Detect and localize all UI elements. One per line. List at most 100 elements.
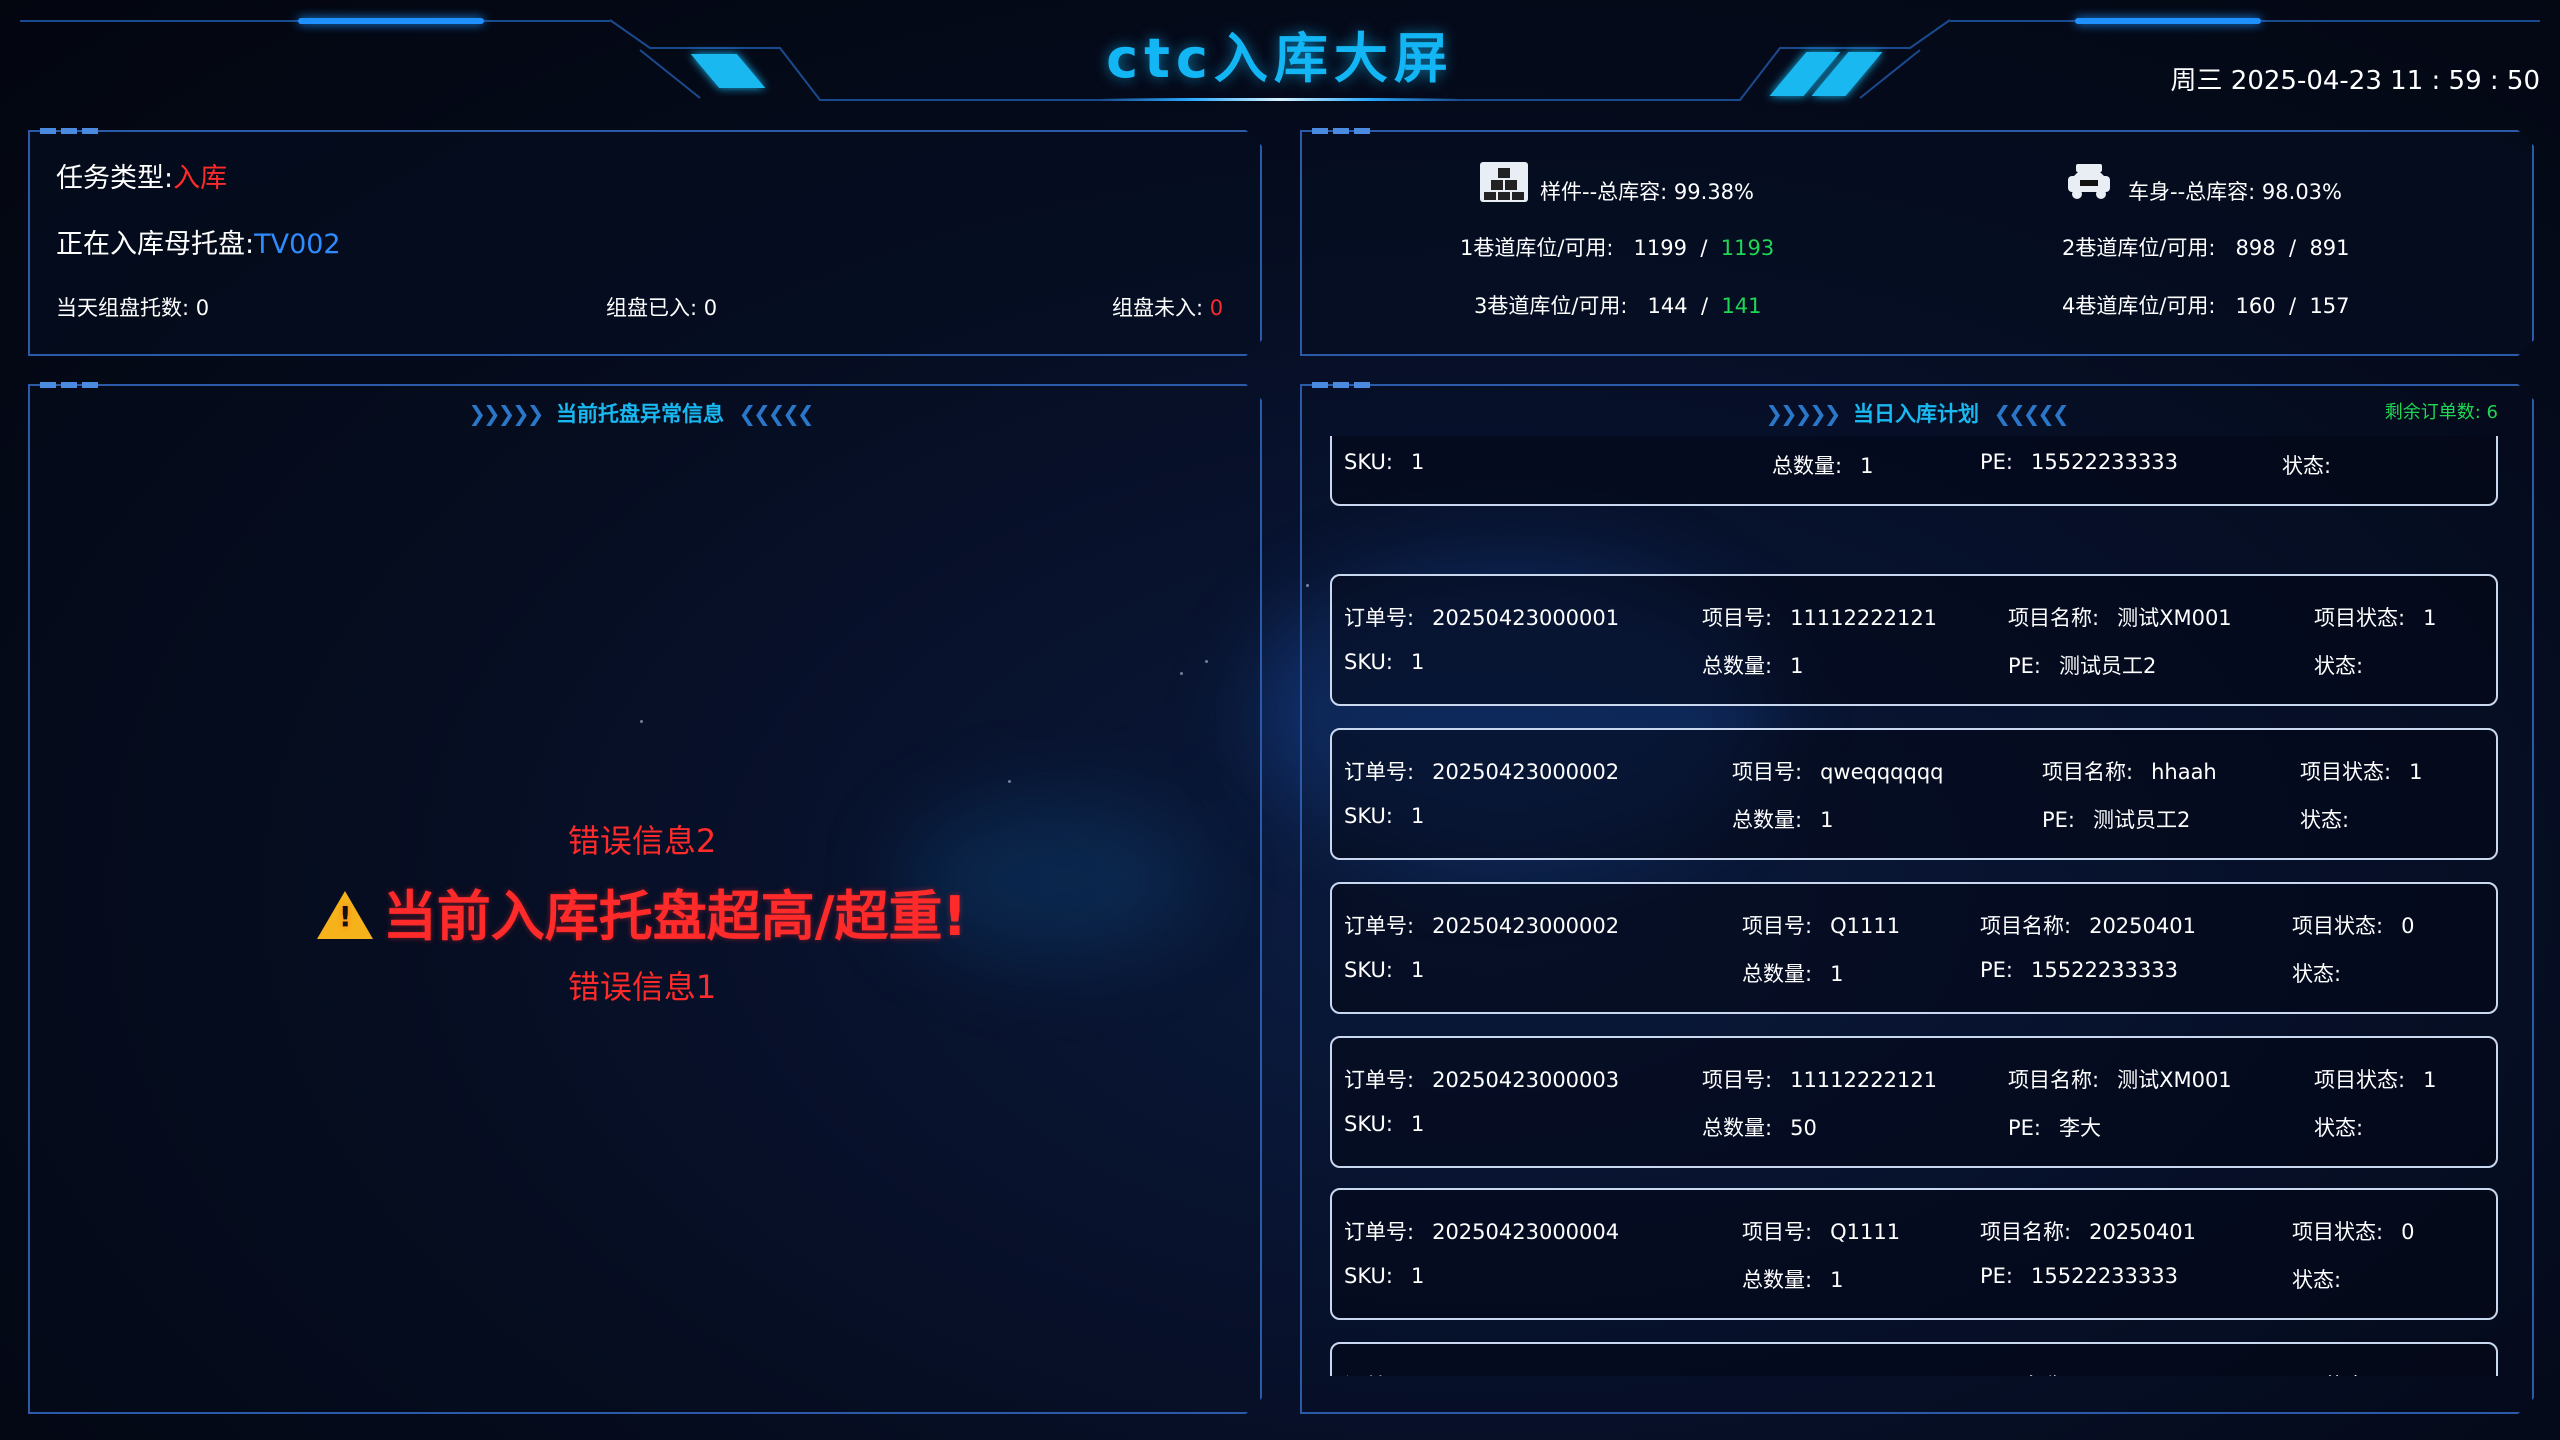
order-list[interactable]: 订单号: 20250423000004 项目号: 222 项目名称: 2 项目状态: 0 SKU… — [1300, 436, 2540, 1376]
order-field-status: 状态: — [2292, 1264, 2359, 1294]
order-field-value: 222 — [1860, 1374, 1900, 1376]
order-field-value: 1 — [1410, 650, 1425, 674]
order-field-project-no: 项目号: qweqqqqqq — [1732, 756, 1943, 786]
order-field-value: Q1111 — [1830, 914, 1901, 938]
order-field-value: 1 — [1410, 958, 1425, 982]
order-field-label: 订单号: — [1344, 1220, 1415, 1244]
order-field-sku: SKU: 1 — [1344, 450, 1424, 474]
order-field-label: 项目名称: — [1980, 1220, 2072, 1244]
order-field-value: 测试XM001 — [2117, 606, 2232, 630]
body-capacity-value: 98.03% — [2261, 180, 2342, 204]
order-field-label: 总数量: — [1702, 654, 1773, 678]
order-field-status: 状态: — [2282, 450, 2349, 480]
car-icon — [2066, 162, 2112, 206]
pallet-row: 正在入库母托盘:TV002 — [56, 222, 341, 261]
panel-tab-marker — [1312, 128, 1370, 134]
order-field-value: 15522233333 — [2031, 450, 2178, 474]
order-card[interactable]: 订单号:20250423000004项目号:222项目名称:2项目状态:0SKU… — [1330, 1342, 2498, 1376]
not-stored-row: 组盘未入: 0 — [1112, 292, 1223, 322]
error-message-1: 错误信息1 — [567, 968, 717, 1006]
order-field-label: SKU: — [1344, 958, 1393, 982]
order-card[interactable]: 订单号: 20250423000002 项目号: qweqqqqqq 项目名称: hhaa… — [1330, 728, 2498, 860]
lane-available: 157 — [2309, 294, 2350, 318]
order-field-project-name: 项目名称: 2 — [1980, 1370, 2102, 1376]
error-main-message: ! 当前入库托盘超高/超重! — [262, 872, 1022, 951]
panel-tab-marker — [1312, 382, 1370, 388]
chevrons-right-icon: ❯❯❯❯❯ — [468, 402, 544, 426]
chevrons-left-icon: ❮❮❮❮❮ — [738, 402, 815, 426]
order-field-value: 1 — [1820, 808, 1834, 832]
order-field-label: SKU: — [1344, 1264, 1393, 1288]
order-field-value: 1 — [1790, 654, 1804, 678]
order-field-label: 项目名称: — [2008, 1068, 2100, 1092]
order-field-project-name: 项目名称: hhaah — [2042, 756, 2217, 786]
order-field-label: 项目状态: — [2300, 760, 2392, 784]
order-field-label: 订单号: — [1344, 1374, 1414, 1376]
order-field-label: 总数量: — [1732, 808, 1803, 832]
order-field-label: 项目状态: — [2292, 914, 2384, 938]
sample-capacity-value: 99.38% — [1673, 180, 1754, 204]
order-card[interactable]: 订单号:20250423000004项目号:222项目名称:2项目状态:0SKU… — [1330, 436, 2498, 506]
order-field-label: 状态: — [2314, 654, 2364, 678]
order-card[interactable]: 订单号: 20250423000003 项目号: 11112222121 项目名称: 测试… — [1330, 1036, 2498, 1168]
order-field-label: 项目号: — [1732, 760, 1803, 784]
order-field-label: 项目号: — [1702, 606, 1773, 630]
order-field-project-status: 项目状态: 1 — [2314, 602, 2436, 632]
order-field-order: 订单号: 20250423000002 — [1344, 910, 1619, 940]
lane-label: 1巷道库位/可用: — [1460, 236, 1614, 260]
order-field-value: 1 — [1410, 1112, 1425, 1136]
order-field-qty: 总数量: 1 — [1742, 1264, 1843, 1294]
order-field-sku: SKU: 1 — [1344, 1264, 1424, 1288]
order-field-sku: SKU: 1 — [1344, 804, 1424, 828]
lane-total: 898 — [2235, 236, 2276, 260]
order-field-value: 1 — [1830, 1268, 1844, 1292]
order-card[interactable]: 订单号: 20250423000001 项目号: 11112222121 项目名称: 测试… — [1330, 574, 2498, 706]
order-field-value: 15522233333 — [2031, 1264, 2178, 1288]
not-stored-label: 组盘未入: — [1112, 296, 1204, 320]
lane-total: 160 — [2235, 294, 2276, 318]
order-field-value: 0 — [2391, 1374, 2404, 1376]
order-field-project-name: 项目名称: 20250401 — [1980, 1216, 2196, 1246]
order-field-project-name: 项目名称: 测试XM001 — [2008, 1064, 2232, 1094]
order-field-project-status: 项目状态: 0 — [2282, 1370, 2404, 1376]
panel-tab-marker — [40, 128, 98, 134]
remaining-orders: 剩余订单数: 6 — [2384, 402, 2498, 423]
order-field-label: SKU: — [1344, 450, 1393, 474]
order-field-order: 订单号: 20250423000001 — [1344, 602, 1619, 632]
order-field-value: 20250423000004 — [1432, 1374, 1619, 1376]
order-field-status: 状态: — [2314, 650, 2381, 680]
order-field-label: 项目状态: — [2292, 1220, 2384, 1244]
order-field-label: 项目号: — [1742, 914, 1813, 938]
warehouse-boxes-icon — [1480, 162, 1528, 202]
order-field-order: 订单号: 20250423000004 — [1344, 1216, 1619, 1246]
order-field-order: 订单号: 20250423000002 — [1344, 756, 1619, 786]
order-field-value: qweqqqqqq — [1820, 760, 1944, 784]
order-field-qty: 总数量: 50 — [1702, 1112, 1817, 1142]
lane-1-row: 1巷道库位/可用: 1199 / 1193 — [1460, 232, 1774, 262]
order-field-label: PE: — [2042, 808, 2076, 832]
order-card[interactable]: 订单号: 20250423000004 项目号: Q1111 项目名称: 20250401… — [1330, 1188, 2498, 1320]
order-field-sku: SKU: 1 — [1344, 958, 1424, 982]
order-field-value: 测试员工2 — [2059, 654, 2157, 678]
order-field-value: 20250423000001 — [1432, 606, 1620, 630]
order-field-label: 项目状态: — [2282, 1374, 2373, 1376]
order-field-value: 1 — [2423, 1068, 2437, 1092]
order-field-value: 20250401 — [2089, 1220, 2196, 1244]
sample-capacity-label: 样件--总库容: — [1540, 180, 1668, 204]
order-field-qty: 总数量: 1 — [1702, 650, 1803, 680]
lane-label: 4巷道库位/可用: — [2062, 294, 2216, 318]
order-field-label: 总数量: — [1702, 1116, 1773, 1140]
order-field-project-name: 项目名称: 测试XM001 — [2008, 602, 2232, 632]
order-field-value: 20250423000003 — [1432, 1068, 1620, 1092]
order-field-value: 1 — [1860, 454, 1874, 478]
order-field-label: 项目号: — [1742, 1220, 1813, 1244]
order-field-label: 总数量: — [1772, 454, 1843, 478]
lane-4-row: 4巷道库位/可用: 160 / 157 — [2062, 290, 2350, 320]
order-field-project-no: 项目号: Q1111 — [1742, 1216, 1900, 1246]
order-field-status: 状态: — [2292, 958, 2359, 988]
order-field-label: 订单号: — [1344, 760, 1415, 784]
order-field-pe: PE: 测试员工2 — [2008, 650, 2156, 680]
order-card[interactable]: 订单号: 20250423000002 项目号: Q1111 项目名称: 20250401… — [1330, 882, 2498, 1014]
order-field-value: 20250423000004 — [1432, 1220, 1620, 1244]
order-field-value: 2 — [2089, 1374, 2102, 1376]
